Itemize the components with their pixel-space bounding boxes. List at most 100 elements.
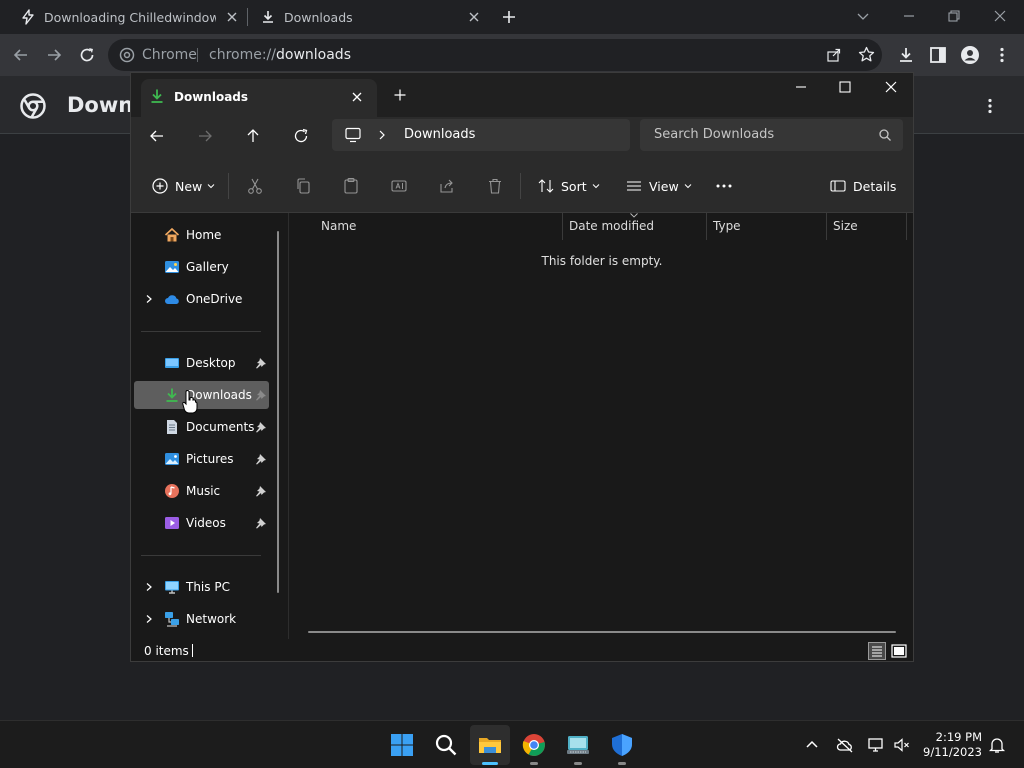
pin-icon[interactable]: [255, 517, 267, 529]
sort-button[interactable]: Sort: [537, 176, 601, 196]
sort-caret-icon: [630, 213, 638, 218]
pin-icon[interactable]: [255, 357, 267, 369]
new-tab-icon[interactable]: [499, 7, 519, 27]
explorer-tab-title: Downloads: [174, 90, 249, 104]
kebab-menu-icon[interactable]: [992, 45, 1012, 65]
search-input[interactable]: Search Downloads: [640, 119, 903, 151]
sidebar-item-network[interactable]: Network: [134, 605, 269, 633]
start-button[interactable]: [382, 725, 422, 765]
close-icon[interactable]: [224, 9, 240, 25]
running-indicator: [530, 762, 538, 765]
close-icon[interactable]: [349, 89, 365, 105]
taskbar-file-explorer[interactable]: [470, 725, 510, 765]
forward-arrow-icon[interactable]: [196, 127, 214, 145]
reload-icon[interactable]: [77, 45, 97, 65]
item-count: 0 items: [144, 644, 189, 658]
more-options-icon[interactable]: [715, 177, 733, 195]
sidebar-item-label: This PC: [186, 580, 230, 594]
column-header-date-modified[interactable]: Date modified: [563, 213, 707, 240]
back-arrow-icon[interactable]: [11, 45, 31, 65]
taskbar-chrome[interactable]: [514, 725, 554, 765]
volume-muted-icon[interactable]: [893, 736, 911, 754]
onedrive-offline-icon[interactable]: [836, 736, 854, 754]
sidebar-item-desktop[interactable]: Desktop: [134, 349, 269, 377]
sidebar-item-label: Music: [186, 484, 221, 498]
explorer-tab-downloads[interactable]: Downloads: [141, 79, 377, 117]
tab-search-chevron-icon[interactable]: [853, 6, 873, 26]
forward-arrow-icon[interactable]: [44, 45, 64, 65]
sidebar-item-onedrive[interactable]: OneDrive: [134, 285, 269, 313]
address-segment-downloads[interactable]: Downloads: [404, 127, 475, 142]
chevron-right-icon[interactable]: [144, 294, 154, 304]
taskbar-search-button[interactable]: [426, 725, 466, 765]
documents-icon: [167, 420, 177, 434]
share-icon[interactable]: [826, 47, 842, 63]
horizontal-scrollbar[interactable]: [308, 631, 896, 633]
details-button[interactable]: Details: [829, 176, 896, 196]
share-icon[interactable]: [438, 177, 456, 195]
column-header-size[interactable]: Size: [827, 213, 907, 240]
new-tab-icon[interactable]: [392, 87, 408, 103]
pin-icon[interactable]: [255, 389, 267, 401]
kebab-menu-icon[interactable]: [980, 96, 1000, 116]
refresh-icon[interactable]: [292, 127, 310, 145]
file-explorer-icon: [479, 738, 501, 753]
sidebar-item-videos[interactable]: Videos: [134, 509, 269, 537]
sidebar-item-this-pc[interactable]: This PC: [134, 573, 269, 601]
profile-icon[interactable]: [960, 45, 980, 65]
sidebar-scrollbar[interactable]: [277, 231, 279, 593]
sidebar-item-documents[interactable]: Documents: [134, 413, 269, 441]
chrome-tab-title: Downloading Chilledwindows.exe: [44, 9, 216, 25]
chrome-tab-downloads[interactable]: Downloads: [248, 0, 488, 34]
chevron-right-icon[interactable]: [144, 582, 154, 592]
minimize-icon[interactable]: [793, 79, 809, 95]
details-view-icon[interactable]: [868, 642, 886, 660]
maximize-icon[interactable]: [837, 79, 853, 95]
taskbar-keyboard-app[interactable]: [558, 725, 598, 765]
close-window-icon[interactable]: [990, 6, 1010, 26]
close-window-icon[interactable]: [883, 79, 899, 95]
tray-chevron-up-icon[interactable]: [803, 736, 821, 754]
bolt-icon: [22, 9, 34, 25]
system-clock[interactable]: 2:19 PM 9/11/2023: [920, 730, 982, 760]
column-header-type[interactable]: Type: [707, 213, 827, 240]
back-arrow-icon[interactable]: [148, 127, 166, 145]
copy-icon[interactable]: [294, 177, 312, 195]
taskbar-defender[interactable]: [602, 725, 642, 765]
bookmark-star-icon[interactable]: [858, 46, 875, 63]
notification-bell-icon[interactable]: [988, 736, 1006, 754]
cut-icon[interactable]: [246, 177, 264, 195]
restore-icon[interactable]: [944, 6, 964, 26]
up-arrow-icon[interactable]: [244, 127, 262, 145]
sidebar-item-music[interactable]: Music: [134, 477, 269, 505]
delete-icon[interactable]: [486, 177, 504, 195]
pin-icon[interactable]: [255, 485, 267, 497]
close-icon[interactable]: [466, 9, 482, 25]
omnibox-url[interactable]: chrome://downloads: [209, 47, 351, 63]
sidebar-item-home[interactable]: Home: [134, 221, 269, 249]
column-header-name[interactable]: Name: [315, 213, 563, 240]
view-button[interactable]: View: [625, 176, 693, 196]
paste-icon[interactable]: [342, 177, 360, 195]
chrome-tab-downloading[interactable]: Downloading Chilledwindows.exe: [8, 0, 246, 34]
sidebar-item-gallery[interactable]: Gallery: [134, 253, 269, 281]
rename-icon[interactable]: [390, 177, 408, 195]
address-bar[interactable]: Downloads: [332, 119, 630, 151]
download-icon[interactable]: [896, 45, 916, 65]
pin-icon[interactable]: [255, 421, 267, 433]
chevron-right-icon[interactable]: [376, 129, 388, 141]
omnibox[interactable]: Chrome chrome://downloads: [108, 39, 882, 71]
new-button[interactable]: New: [151, 176, 216, 196]
column-label: Size: [833, 219, 858, 233]
chevron-right-icon[interactable]: [144, 614, 154, 624]
sidebar-item-label: Network: [186, 612, 237, 626]
pin-icon[interactable]: [255, 453, 267, 465]
sidebar-item-downloads[interactable]: Downloads: [134, 381, 269, 409]
side-panel-icon[interactable]: [928, 45, 948, 65]
sidebar-item-pictures[interactable]: Pictures: [134, 445, 269, 473]
network-status-icon[interactable]: [867, 736, 885, 754]
pictures-icon: [165, 453, 179, 465]
minimize-icon[interactable]: [899, 6, 919, 26]
tiles-view-icon[interactable]: [890, 642, 908, 660]
home-icon: [164, 227, 180, 242]
